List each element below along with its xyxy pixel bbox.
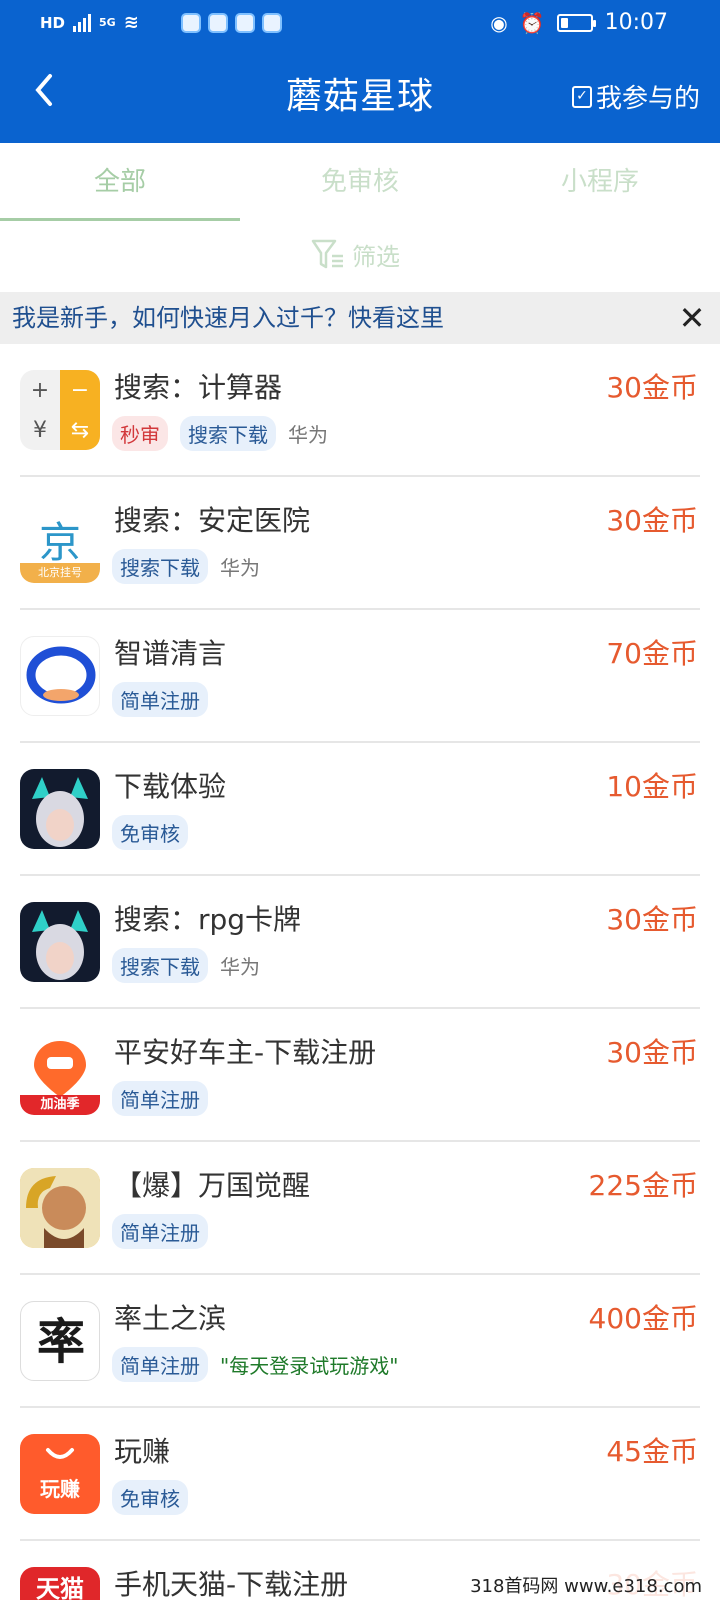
- list-item[interactable]: 玩赚 玩赚 45金币 免审核: [20, 1408, 700, 1541]
- game-character-icon: [20, 902, 100, 982]
- rise-of-kingdoms-icon: [20, 1168, 100, 1248]
- task-title: 搜索：rpg卡牌: [114, 903, 302, 936]
- icon-glyph: 京: [38, 518, 81, 567]
- tab-mini-program[interactable]: 小程序: [480, 143, 720, 221]
- store-brand: 华为: [220, 556, 260, 580]
- task-title: 搜索：计算器: [114, 371, 283, 404]
- task-note: "每天登录试玩游戏": [220, 1354, 399, 1378]
- status-bar: HD 5G ≋ ◉ ⏰ 10:07: [0, 0, 720, 48]
- game-character-icon: [20, 769, 100, 849]
- app-notification-icon: [207, 12, 228, 33]
- filter-button[interactable]: 筛选: [310, 236, 400, 272]
- list-item[interactable]: 京 北京挂号 搜索：安定医院 30金币 搜索下载 华为: [20, 477, 700, 610]
- wifi-icon: ≋: [123, 12, 139, 33]
- list-item[interactable]: + − ¥ ⇆ 搜索：计算器 30金币 秒审 搜索下载 华为: [20, 344, 700, 477]
- task-title: 平安好车主-下载注册: [114, 1036, 377, 1069]
- store-brand: 华为: [220, 955, 260, 979]
- task-title: 【爆】万国觉醒: [114, 1169, 311, 1202]
- icon-glyph: 率: [36, 1314, 85, 1370]
- battery-icon: [556, 13, 596, 32]
- task-list: + − ¥ ⇆ 搜索：计算器 30金币 秒审 搜索下载 华为 京 北京挂号 搜索：安定…: [0, 344, 720, 1600]
- task-reward: 10金币: [606, 770, 698, 803]
- hd-indicator: HD: [40, 13, 66, 32]
- list-item[interactable]: 率 率土之滨 400金币 简单注册 "每天登录试玩游戏": [20, 1275, 700, 1408]
- tab-all[interactable]: 全部: [0, 143, 240, 221]
- tag: 简单注册: [112, 1347, 208, 1382]
- tab-no-review[interactable]: 免审核: [240, 143, 480, 221]
- top-bar: HD 5G ≋ ◉ ⏰ 10:07 蘑菇星球 ✓ 我参与的: [0, 0, 720, 143]
- eye-comfort-icon: ◉: [490, 10, 508, 35]
- list-item[interactable]: 加油季 平安好车主-下载注册 30金币 简单注册: [20, 1009, 700, 1142]
- banner-text[interactable]: 我是新手，如何快速月入过千？快看这里: [12, 292, 444, 344]
- watermark: 318首码网 www.e318.com: [466, 1570, 706, 1600]
- store-brand: 华为: [288, 423, 328, 447]
- tag-instant-review: 秒审: [112, 416, 168, 451]
- tag: 搜索下载: [112, 549, 208, 584]
- my-participation-button[interactable]: ✓ 我参与的: [571, 78, 700, 115]
- tag: 免审核: [112, 815, 188, 850]
- list-item[interactable]: 搜索：rpg卡牌 30金币 搜索下载 华为: [20, 876, 700, 1009]
- my-participation-label: 我参与的: [595, 84, 700, 114]
- task-reward: 225金币: [588, 1169, 698, 1202]
- tag: 简单注册: [112, 1081, 208, 1116]
- tag: 简单注册: [112, 682, 208, 717]
- icon-caption: 加油季: [40, 1097, 80, 1112]
- task-title: 搜索：安定医院: [114, 504, 311, 537]
- list-item[interactable]: 下载体验 10金币 免审核: [20, 743, 700, 876]
- task-reward: 400金币: [588, 1302, 698, 1335]
- task-title: 玩赚: [114, 1435, 171, 1468]
- task-reward: 70金币: [606, 637, 698, 670]
- network-type: 5G: [99, 16, 116, 29]
- task-title: 智谱清言: [114, 637, 227, 670]
- calculator-app-icon: + − ¥ ⇆: [20, 370, 100, 450]
- icon-caption: 北京挂号: [20, 563, 100, 583]
- task-reward: 45金币: [606, 1435, 698, 1468]
- task-title: 手机天猫-下载注册: [114, 1568, 349, 1600]
- pingan-car-app-icon: 加油季: [20, 1035, 100, 1115]
- shuaitu-app-icon: 率: [20, 1301, 100, 1381]
- filter-icon: [311, 239, 343, 269]
- close-icon[interactable]: ✕: [674, 292, 710, 344]
- tmall-app-icon: 天猫: [20, 1567, 100, 1600]
- task-title: 率土之滨: [114, 1302, 227, 1335]
- newbie-banner[interactable]: 我是新手，如何快速月入过千？快看这里 ✕: [0, 292, 720, 344]
- list-item[interactable]: 智谱清言 70金币 简单注册: [20, 610, 700, 743]
- app-notification-icon: [180, 12, 201, 33]
- app-notification-icon: [234, 12, 255, 33]
- task-reward: 30金币: [606, 504, 698, 537]
- task-title: 下载体验: [114, 770, 227, 803]
- tag: 搜索下载: [180, 416, 276, 451]
- icon-caption: 玩赚: [40, 1477, 80, 1501]
- task-reward: 30金币: [606, 903, 698, 936]
- tag: 免审核: [112, 1480, 188, 1515]
- alarm-icon: ⏰: [519, 10, 545, 35]
- clock: 10:07: [604, 10, 668, 35]
- battery-level: [560, 17, 568, 28]
- hospital-app-icon: 京 北京挂号: [20, 503, 100, 583]
- task-reward: 30金币: [606, 371, 698, 404]
- task-reward: 30金币: [606, 1036, 698, 1069]
- tab-bar: 全部 免审核 小程序: [0, 143, 720, 221]
- signal-icon: [73, 13, 92, 32]
- list-item[interactable]: 【爆】万国觉醒 225金币 简单注册: [20, 1142, 700, 1275]
- checkbox-icon: ✓: [571, 85, 592, 108]
- tag: 简单注册: [112, 1214, 208, 1249]
- zhipu-app-icon: [20, 636, 100, 716]
- filter-label: 筛选: [352, 242, 400, 271]
- tag: 搜索下载: [112, 948, 208, 983]
- notification-icons: [180, 12, 282, 33]
- icon-caption: 天猫: [36, 1575, 84, 1600]
- wanzhuan-app-icon: 玩赚: [20, 1434, 100, 1514]
- app-notification-icon: [261, 12, 282, 33]
